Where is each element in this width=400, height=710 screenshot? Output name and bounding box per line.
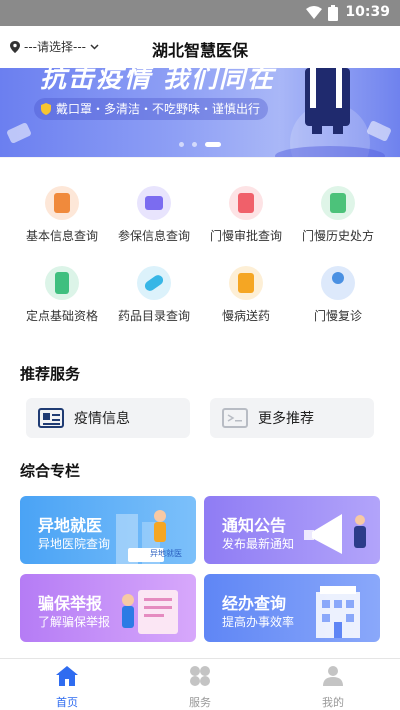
report-illustration xyxy=(122,590,178,634)
document-icon xyxy=(45,186,79,220)
column-subtitle: 异地医院查询 xyxy=(38,537,111,551)
shield-icon xyxy=(41,103,51,115)
battery-icon xyxy=(328,5,338,21)
service-prescription-history[interactable]: 门慢历史处方 xyxy=(288,186,388,244)
column-title: 经办查询 xyxy=(222,594,287,613)
service-insurance-info[interactable]: 参保信息查询 xyxy=(104,186,204,244)
banner-slogan: 抗击疫情 我们同在 xyxy=(40,68,276,94)
service-label: 门慢审批查询 xyxy=(209,229,282,243)
home-icon xyxy=(56,666,78,686)
service-designated-qualification[interactable]: 定点基础资格 xyxy=(12,266,112,324)
grid-icon xyxy=(190,666,210,686)
main-panel: 基本信息查询 参保信息查询 门慢审批查询 门慢历史处方 定点基础资格 药品目录查… xyxy=(0,158,400,658)
service-approval[interactable]: 门慢审批查询 xyxy=(196,186,296,244)
banner-carousel[interactable]: 抗击疫情 我们同在 戴口罩・多清洁・不吃野味・谨慎出行 xyxy=(0,68,400,157)
column-fraud-report[interactable]: 骗保举报 了解骗保举报 xyxy=(20,574,196,642)
remote-medical-art-label: 异地就医 xyxy=(150,549,182,558)
service-drug-catalog[interactable]: 药品目录查询 xyxy=(104,266,204,324)
tab-profile[interactable]: 我的 xyxy=(293,665,373,710)
user-icon xyxy=(323,666,343,686)
recommend-label: 疫情信息 xyxy=(74,411,130,427)
mail-icon xyxy=(222,408,248,428)
carousel-dot[interactable] xyxy=(192,142,197,147)
tab-home[interactable]: 首页 xyxy=(27,665,107,710)
service-label: 基本信息查询 xyxy=(25,229,98,243)
column-service-query[interactable]: 经办查询 提高办事效率 xyxy=(204,574,380,642)
tab-label: 服务 xyxy=(189,696,211,709)
tab-services[interactable]: 服务 xyxy=(160,665,240,710)
service-label: 定点基础资格 xyxy=(25,309,98,323)
recommended-title: 推荐服务 xyxy=(20,365,81,383)
bottom-tabbar: 首页 服务 我的 xyxy=(0,658,400,710)
medicine-box-icon xyxy=(229,266,263,300)
column-subtitle: 了解骗保举报 xyxy=(38,615,111,629)
office-building-icon xyxy=(316,586,360,638)
id-card-icon xyxy=(137,186,171,220)
approval-icon xyxy=(229,186,263,220)
status-icons xyxy=(306,5,338,21)
megaphone-icon xyxy=(304,514,366,554)
status-bar: 10:39 xyxy=(0,0,400,26)
service-label: 门慢历史处方 xyxy=(301,229,374,243)
status-time: 10:39 xyxy=(345,4,390,20)
building-icon xyxy=(45,266,79,300)
banner-tip-text: 戴口罩・多清洁・不吃野味・谨慎出行 xyxy=(56,102,261,116)
tab-label: 首页 xyxy=(56,696,78,709)
service-label: 门慢复诊 xyxy=(313,309,362,323)
column-subtitle: 发布最新通知 xyxy=(222,537,295,551)
page-title: 湖北智慧医保 xyxy=(151,41,248,60)
carousel-dot[interactable] xyxy=(179,142,184,147)
column-title: 异地就医 xyxy=(38,516,103,535)
tab-label: 我的 xyxy=(322,696,344,709)
recommend-epidemic-info[interactable]: 疫情信息 xyxy=(26,398,190,438)
pill-icon xyxy=(137,266,171,300)
column-remote-medical[interactable]: 异地就医 异地就医 异地医院查询 xyxy=(20,496,196,564)
column-notice[interactable]: 通知公告 发布最新通知 xyxy=(204,496,380,564)
service-label: 慢病送药 xyxy=(221,309,270,323)
app-header: ---请选择--- 湖北智慧医保 xyxy=(0,26,400,68)
columns-title: 综合专栏 xyxy=(20,462,81,480)
service-chronic-delivery[interactable]: 慢病送药 xyxy=(196,266,296,324)
recommend-more[interactable]: 更多推荐 xyxy=(210,398,374,438)
service-basic-info[interactable]: 基本信息查询 xyxy=(12,186,112,244)
service-follow-up[interactable]: 门慢复诊 xyxy=(288,266,388,324)
column-title: 骗保举报 xyxy=(38,594,103,613)
doctor-icon xyxy=(321,266,355,300)
prescription-icon xyxy=(321,186,355,220)
column-subtitle: 提高办事效率 xyxy=(222,615,295,629)
banner-tip: 戴口罩・多清洁・不吃野味・谨慎出行 xyxy=(34,98,269,120)
service-label: 参保信息查询 xyxy=(117,229,190,243)
recommend-label: 更多推荐 xyxy=(258,411,314,427)
service-label: 药品目录查询 xyxy=(117,309,190,323)
column-title: 通知公告 xyxy=(222,516,287,535)
news-icon xyxy=(38,408,64,428)
carousel-dot-active[interactable] xyxy=(205,142,221,147)
wifi-icon xyxy=(306,6,322,19)
